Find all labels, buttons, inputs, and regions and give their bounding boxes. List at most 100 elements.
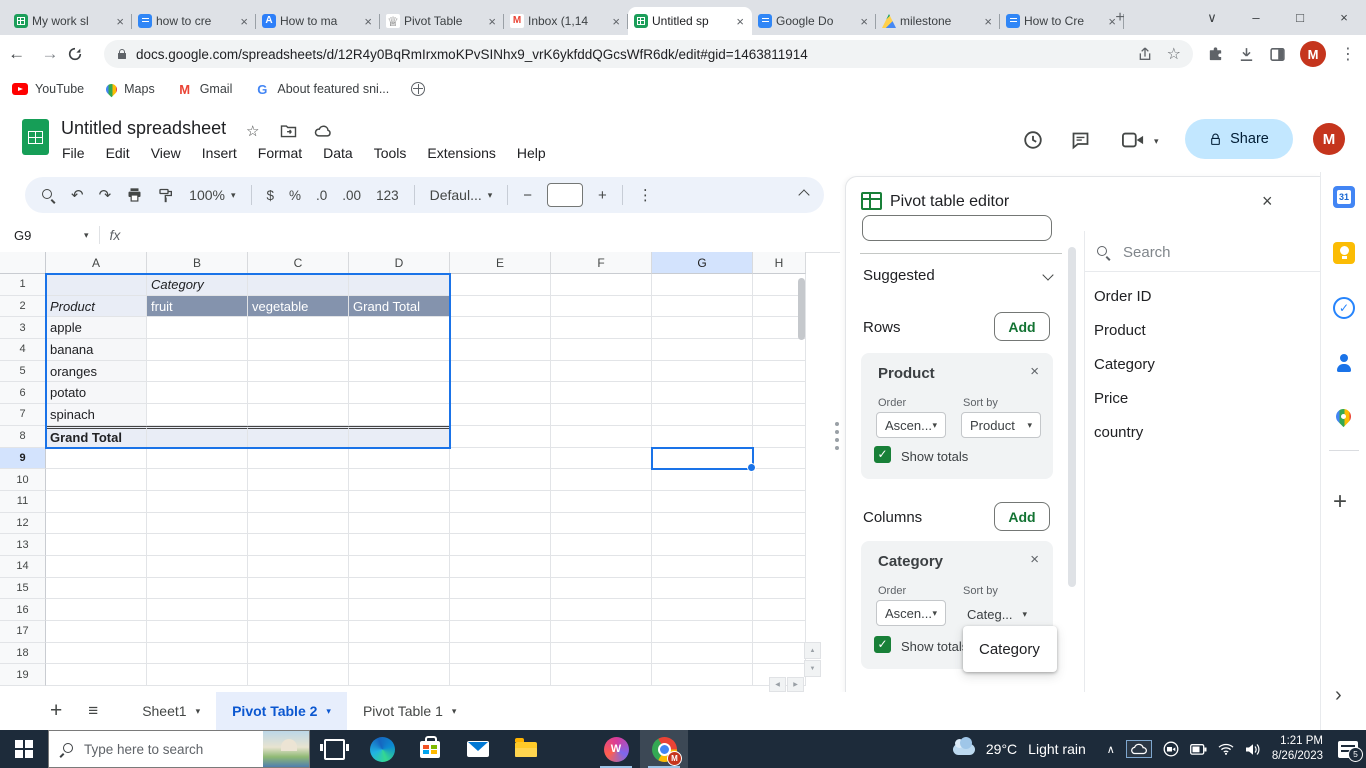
decrease-decimals-button[interactable]: .0 bbox=[316, 188, 327, 203]
window-minimize-button[interactable]: – bbox=[1234, 10, 1278, 25]
cell-E17[interactable] bbox=[450, 621, 551, 643]
cell-H18[interactable] bbox=[753, 642, 806, 665]
cell-C10[interactable] bbox=[248, 469, 349, 491]
google-tasks-icon[interactable]: ✓ bbox=[1333, 297, 1355, 319]
task-view-button[interactable] bbox=[310, 730, 358, 768]
selected-cell-G9[interactable] bbox=[651, 446, 756, 472]
cell-A15[interactable] bbox=[46, 577, 147, 600]
downloads-icon[interactable] bbox=[1238, 46, 1255, 63]
cell-D16[interactable] bbox=[349, 599, 450, 621]
cell-F4[interactable] bbox=[551, 339, 652, 361]
cell-F19[interactable] bbox=[551, 664, 652, 687]
cell-G10[interactable] bbox=[652, 469, 753, 491]
category-show-totals-checkbox[interactable]: ✓ bbox=[874, 636, 891, 653]
more-formats-button[interactable]: 123 bbox=[376, 188, 399, 203]
taskbar-search-input[interactable] bbox=[82, 740, 236, 758]
tab-close-icon[interactable]: × bbox=[238, 14, 250, 29]
cell-F17[interactable] bbox=[551, 621, 652, 643]
cell-B19[interactable] bbox=[147, 664, 248, 687]
cell-E15[interactable] bbox=[450, 577, 551, 600]
cell-B13[interactable] bbox=[147, 534, 248, 556]
cell-E1[interactable] bbox=[450, 274, 551, 296]
cell-F2[interactable] bbox=[551, 295, 652, 318]
column-header-A[interactable]: A bbox=[46, 252, 147, 274]
cell-A3[interactable]: apple bbox=[46, 317, 147, 340]
bookmark-1[interactable]: Maps bbox=[103, 81, 155, 97]
tab-close-icon[interactable]: × bbox=[982, 14, 994, 29]
cell-B17[interactable] bbox=[147, 621, 248, 643]
cell-D17[interactable] bbox=[349, 621, 450, 643]
column-header-H[interactable]: H bbox=[753, 252, 806, 274]
cell-D18[interactable] bbox=[349, 642, 450, 665]
cell-H12[interactable] bbox=[753, 512, 806, 535]
cell-B2[interactable]: fruit bbox=[147, 295, 248, 318]
row-header-16[interactable]: 16 bbox=[0, 599, 46, 621]
cell-G19[interactable] bbox=[652, 664, 753, 687]
redo-button[interactable]: ↷ bbox=[99, 186, 112, 204]
cell-H16[interactable] bbox=[753, 599, 806, 621]
row-header-19[interactable]: 19 bbox=[0, 664, 46, 687]
cell-B14[interactable] bbox=[147, 555, 248, 578]
category-sortby-dropdown[interactable]: Categ... ▾ bbox=[967, 601, 1027, 627]
cell-G4[interactable] bbox=[652, 339, 753, 361]
browser-menu-icon[interactable]: ⋮ bbox=[1340, 44, 1356, 64]
cell-C11[interactable] bbox=[248, 490, 349, 513]
cell-B11[interactable] bbox=[147, 490, 248, 513]
panel-close-icon[interactable]: × bbox=[1262, 191, 1273, 212]
window-maximize-button[interactable]: □ bbox=[1278, 10, 1322, 25]
get-addons-icon[interactable]: + bbox=[1333, 488, 1347, 516]
suggested-chevron-icon[interactable] bbox=[1042, 269, 1054, 281]
cell-C9[interactable] bbox=[248, 447, 349, 470]
sortby-options-popup[interactable]: Category bbox=[963, 626, 1057, 672]
remove-product-field-icon[interactable]: × bbox=[1030, 363, 1039, 380]
row-header-6[interactable]: 6 bbox=[0, 382, 46, 405]
menu-insert[interactable]: Insert bbox=[202, 145, 237, 161]
cell-H6[interactable] bbox=[753, 382, 806, 405]
cell-H10[interactable] bbox=[753, 469, 806, 491]
google-contacts-icon[interactable] bbox=[1333, 353, 1355, 375]
menu-view[interactable]: View bbox=[151, 145, 181, 161]
cell-G2[interactable] bbox=[652, 295, 753, 318]
cell-D9[interactable] bbox=[349, 447, 450, 470]
cell-C8[interactable] bbox=[248, 425, 349, 448]
browser-tab-0[interactable]: My work sl × bbox=[8, 7, 132, 35]
product-sortby-dropdown[interactable]: Product ▾ bbox=[961, 412, 1041, 438]
cell-D6[interactable] bbox=[349, 382, 450, 405]
cell-C3[interactable] bbox=[248, 317, 349, 340]
cell-C14[interactable] bbox=[248, 555, 349, 578]
browser-tab-1[interactable]: how to cre × bbox=[132, 7, 256, 35]
cell-G11[interactable] bbox=[652, 490, 753, 513]
row-header-2[interactable]: 2 bbox=[0, 295, 46, 318]
decrease-font-size-button[interactable]: − bbox=[523, 187, 532, 204]
remove-category-field-icon[interactable]: × bbox=[1030, 551, 1039, 568]
tab-close-icon[interactable]: × bbox=[610, 14, 622, 29]
collapse-side-panel-icon[interactable]: › bbox=[1335, 684, 1342, 707]
cell-H17[interactable] bbox=[753, 621, 806, 643]
cell-A8[interactable]: Grand Total bbox=[46, 425, 147, 448]
cell-C1[interactable] bbox=[248, 274, 349, 296]
cell-H4[interactable] bbox=[753, 339, 806, 361]
cell-A13[interactable] bbox=[46, 534, 147, 556]
cell-D1[interactable] bbox=[349, 274, 450, 296]
search-highlight-image[interactable] bbox=[263, 731, 309, 767]
category-order-dropdown[interactable]: Ascen... ▾ bbox=[876, 600, 946, 626]
volume-icon[interactable] bbox=[1245, 743, 1261, 756]
google-keep-icon[interactable] bbox=[1333, 242, 1355, 264]
bookmark-3[interactable]: G About featured sni... bbox=[254, 81, 389, 97]
tab-close-icon[interactable]: × bbox=[486, 14, 498, 29]
cell-B5[interactable] bbox=[147, 360, 248, 383]
cell-F3[interactable] bbox=[551, 317, 652, 340]
column-header-F[interactable]: F bbox=[551, 252, 652, 274]
field-item-0[interactable]: Order ID bbox=[1094, 279, 1294, 313]
cell-A12[interactable] bbox=[46, 512, 147, 535]
cell-B9[interactable] bbox=[147, 447, 248, 470]
scroll-right-button[interactable]: ▶ bbox=[787, 677, 804, 692]
increase-decimals-button[interactable]: .00 bbox=[342, 188, 361, 203]
cell-A2[interactable]: Product bbox=[46, 295, 147, 318]
tab-close-icon[interactable]: × bbox=[362, 14, 374, 29]
tab-search-icon[interactable]: ∨ bbox=[1190, 10, 1234, 26]
bookmark-0[interactable]: YouTube bbox=[12, 82, 84, 96]
cell-F5[interactable] bbox=[551, 360, 652, 383]
row-header-10[interactable]: 10 bbox=[0, 469, 46, 491]
new-tab-button[interactable]: + bbox=[1108, 6, 1132, 30]
